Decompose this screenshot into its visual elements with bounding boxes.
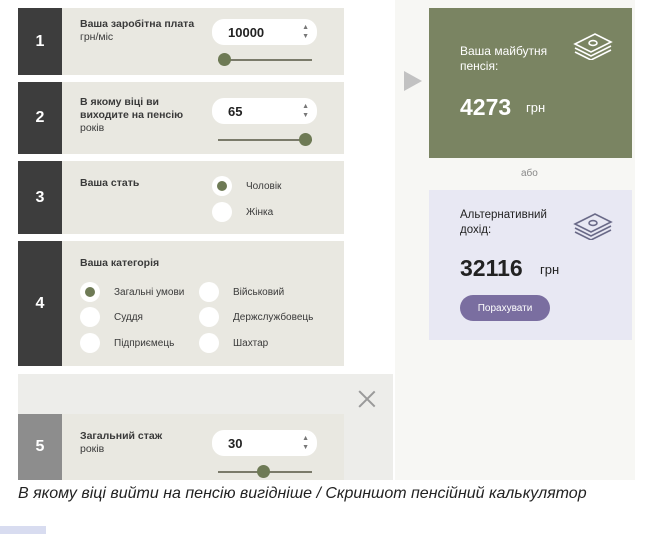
alt-income-value: 32116 xyxy=(460,255,523,281)
step-salary: 1 Ваша заробітна плата грн/міс 10000 ▲ ▼ xyxy=(18,8,344,75)
age-value: 65 xyxy=(228,103,243,119)
age-input[interactable]: 65 ▲ ▼ xyxy=(212,98,317,124)
radio-label: Загальні умови xyxy=(114,286,185,298)
radio-dot[interactable] xyxy=(212,202,232,222)
radio-entrepreneur[interactable]: Підприємець xyxy=(80,333,174,353)
experience-label: Загальний стаж xyxy=(80,430,163,442)
radio-label: Чоловік xyxy=(246,180,282,192)
radio-dot[interactable] xyxy=(199,333,219,353)
experience-value: 30 xyxy=(228,435,243,451)
experience-unit: років xyxy=(80,443,105,455)
radio-label: Військовий xyxy=(233,286,285,298)
salary-unit: грн/міс xyxy=(80,31,114,43)
radio-general[interactable]: Загальні умови xyxy=(80,282,184,302)
age-slider-knob[interactable] xyxy=(299,133,312,146)
gender-label: Ваша стать xyxy=(80,177,140,189)
radio-label: Підприємець xyxy=(114,337,175,349)
salary-label: Ваша заробітна плата xyxy=(80,18,195,30)
category-label: Ваша категорія xyxy=(80,257,160,269)
step-label: В якому віці ви виходите на пенсію років xyxy=(80,96,210,135)
age-unit: років xyxy=(80,122,105,134)
step-label: Ваша заробітна плата грн/міс xyxy=(80,18,194,44)
salary-input[interactable]: 10000 ▲ ▼ xyxy=(212,19,317,45)
radio-female[interactable]: Жінка xyxy=(212,202,273,222)
pension-label: Ваша майбутня пенсія: xyxy=(460,44,548,73)
radio-label: Держслужбовець xyxy=(233,311,314,323)
arrow-right-icon xyxy=(404,71,422,91)
money-stack-icon xyxy=(573,33,613,60)
step-label: Загальний стаж років xyxy=(80,430,162,456)
radio-dot[interactable] xyxy=(212,176,232,196)
radio-civil-servant[interactable]: Держслужбовець xyxy=(199,307,313,327)
calculate-button[interactable]: Порахувати xyxy=(460,295,550,321)
radio-label: Жінка xyxy=(246,206,274,218)
decorative-strip xyxy=(0,526,46,534)
step-gender: 3 Ваша стать Чоловік Жінка xyxy=(18,161,344,234)
experience-input[interactable]: 30 ▲ ▼ xyxy=(212,430,317,456)
pension-result-card: Ваша майбутня пенсія: 4273 грн xyxy=(429,8,632,158)
step-number: 2 xyxy=(18,82,62,154)
close-icon[interactable] xyxy=(356,388,378,410)
spinner-icon[interactable]: ▲ ▼ xyxy=(302,23,309,41)
radio-male[interactable]: Чоловік xyxy=(212,176,281,196)
step-experience: 5 Загальний стаж років 30 ▲ ▼ xyxy=(18,414,344,480)
alt-income-label: Альтернативний дохід: xyxy=(460,209,547,236)
radio-dot[interactable] xyxy=(199,307,219,327)
radio-dot[interactable] xyxy=(80,333,100,353)
image-caption: В якому віці вийти на пенсію вигідніше /… xyxy=(18,485,587,502)
spinner-icon[interactable]: ▲ ▼ xyxy=(302,102,309,120)
salary-slider-knob[interactable] xyxy=(218,53,231,66)
step-number: 4 xyxy=(18,241,62,366)
radio-miner[interactable]: Шахтар xyxy=(199,333,268,353)
radio-dot[interactable] xyxy=(80,282,100,302)
step-retirement-age: 2 В якому віці ви виходите на пенсію рок… xyxy=(18,82,344,154)
age-slider[interactable] xyxy=(218,139,312,141)
radio-label: Суддя xyxy=(114,311,143,323)
or-separator: або xyxy=(521,168,538,179)
radio-military[interactable]: Військовий xyxy=(199,282,284,302)
step-number: 5 xyxy=(18,414,62,480)
radio-dot[interactable] xyxy=(199,282,219,302)
salary-value: 10000 xyxy=(228,24,265,40)
step-number: 1 xyxy=(18,8,62,75)
radio-judge[interactable]: Суддя xyxy=(80,307,143,327)
pension-value: 4273 xyxy=(460,94,512,120)
pension-calculator: 1 Ваша заробітна плата грн/міс 10000 ▲ ▼ … xyxy=(0,0,656,534)
pension-unit: грн xyxy=(526,100,546,115)
step-number: 3 xyxy=(18,161,62,234)
age-label: В якому віці ви виходите на пенсію xyxy=(80,96,184,121)
salary-slider[interactable] xyxy=(218,59,312,61)
spinner-icon[interactable]: ▲ ▼ xyxy=(302,434,309,452)
experience-slider-knob[interactable] xyxy=(257,465,270,478)
step-category: 4 Ваша категорія Загальні умови Військов… xyxy=(18,241,344,366)
radio-dot[interactable] xyxy=(80,307,100,327)
alt-income-unit: грн xyxy=(540,262,560,277)
alternative-income-card: Альтернативний дохід: 32116 грн Порахува… xyxy=(429,190,632,340)
money-stack-icon xyxy=(573,213,613,240)
radio-label: Шахтар xyxy=(233,337,269,349)
